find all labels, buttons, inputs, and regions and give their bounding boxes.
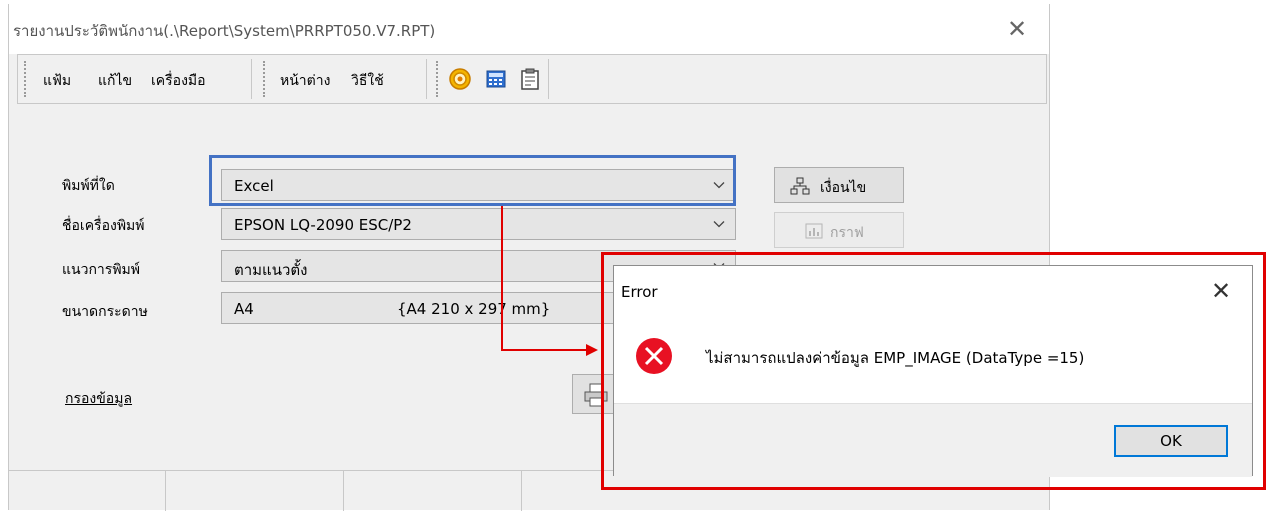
dialog-title: Error [621, 283, 658, 301]
dialog-footer: OK [614, 403, 1252, 477]
dialog-message: ไม่สามารถแปลงค่าข้อมูล EMP_IMAGE (DataTy… [706, 349, 1085, 367]
ok-button[interactable]: OK [1114, 425, 1228, 457]
error-dialog: Error ✕ ไม่สามารถแปลงค่าข้อมูล EMP_IMAGE… [613, 265, 1253, 477]
error-icon [636, 338, 672, 374]
dialog-close-button[interactable]: ✕ [1206, 276, 1236, 306]
